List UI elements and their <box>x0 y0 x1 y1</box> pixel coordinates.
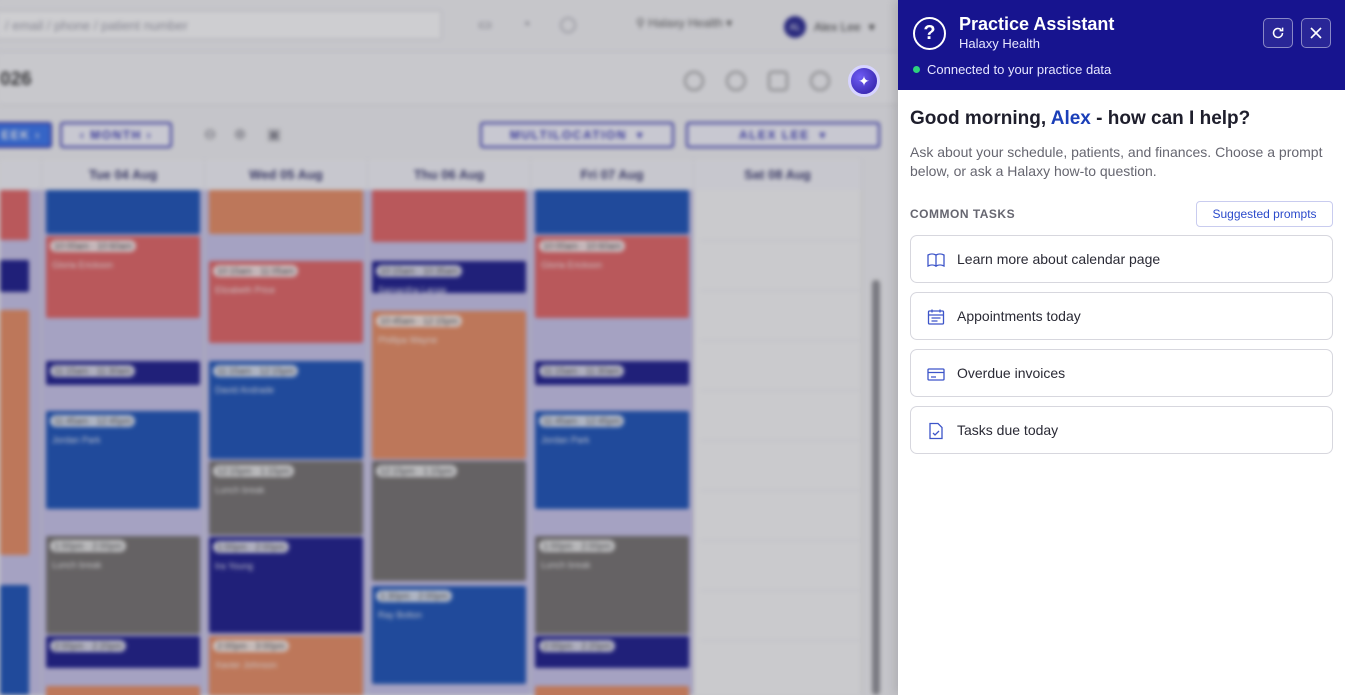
calendar-scrollbar[interactable] <box>872 280 880 695</box>
print-icon[interactable] <box>768 71 788 91</box>
task-label: Tasks due today <box>957 422 1059 438</box>
day-column[interactable] <box>0 190 42 695</box>
task-calendar-page[interactable]: Learn more about calendar page <box>910 235 1333 283</box>
appointment[interactable]: 12:15pm - 1:15pm Lunch break <box>209 461 363 535</box>
appointment[interactable]: 10:00am - 10:60am Gloria Erickson <box>46 236 200 318</box>
calendar-icon <box>927 309 945 325</box>
location-selector[interactable]: ⚲ Halaxy Health ▾ <box>636 16 732 30</box>
appointment[interactable]: 1:00pm - 2:00pm Ira Young <box>209 537 363 633</box>
user-name: Alex Lee <box>814 20 861 34</box>
task-tasks-due-today[interactable]: Tasks due today <box>910 406 1333 454</box>
refresh-button[interactable] <box>1263 18 1293 48</box>
appointment[interactable]: 11:15am - 11:30am <box>46 361 200 385</box>
search-placeholder: / email / phone / patient number <box>5 18 188 33</box>
assistant-header: ? Practice Assistant Halaxy Health Conne… <box>898 0 1345 90</box>
appointment[interactable]: 10:00am - 10:60am Gloria Erickson <box>535 236 689 318</box>
status-dot-icon <box>913 66 920 73</box>
day-column[interactable]: 10:15am - 10:35am Samantha Lange 10:45am … <box>368 190 531 695</box>
help-icon: ? <box>913 17 946 50</box>
day-column[interactable] <box>694 190 862 695</box>
month-view-button[interactable]: ‹ MONTH › <box>60 122 172 148</box>
task-overdue-invoices[interactable]: Overdue invoices <box>910 349 1333 397</box>
task-label: Appointments today <box>957 308 1081 324</box>
appointment[interactable] <box>209 190 363 234</box>
appointment[interactable]: 11:15am - 11:30am <box>535 361 689 385</box>
appointment[interactable]: 2:00pm - 2:20pm <box>46 636 200 668</box>
connection-status: Connected to your practice data <box>913 62 1111 77</box>
chat-icon[interactable]: ◯ <box>558 16 578 34</box>
calendar-toolbar: EEK › ‹ MONTH › ⊖ ⊕ ▣ MULTILOCATION ▾ AL… <box>0 118 898 154</box>
refresh-icon <box>1272 27 1284 39</box>
settings-icon[interactable] <box>810 71 830 91</box>
calendar-background: / email / phone / patient number ▭ ◔ ◯ ⚲… <box>0 0 898 695</box>
appointment[interactable]: 11:15am - 12:15pm David Andrade <box>209 361 363 459</box>
week-view-button[interactable]: EEK › <box>0 122 52 148</box>
appointment[interactable]: 10:15am - 11:05am Elizabeth Price <box>209 261 363 343</box>
practitioner-dropdown[interactable]: ALEX LEE ▾ <box>686 122 880 148</box>
appointment[interactable] <box>372 190 526 242</box>
card-icon <box>927 368 945 381</box>
day-header: Fri 07 Aug <box>531 160 694 190</box>
appointment[interactable]: 10:45am - 12:15pm Phillipa Wayne <box>372 311 526 459</box>
day-column[interactable]: 10:15am - 11:05am Elizabeth Price 11:15am… <box>205 190 368 695</box>
assistant-launcher-button[interactable]: ✦ <box>848 65 880 97</box>
appointment[interactable] <box>0 585 29 695</box>
zoom-in-icon[interactable]: ⊕ <box>230 126 250 144</box>
calendar-subbar: 026 <box>0 53 898 105</box>
day-header <box>0 160 42 190</box>
appointment[interactable] <box>46 190 200 234</box>
appointment[interactable]: 1:00pm - 2:00pm Lunch break <box>535 536 689 634</box>
appointment[interactable]: 2:00pm - 3:00pm Xavier Johnson <box>209 636 363 695</box>
greeting-heading: Good morning, Alex - how can I help? <box>910 108 1251 129</box>
day-header: Wed 05 Aug <box>205 160 368 190</box>
intro-text: Ask about your schedule, patients, and f… <box>910 144 1323 179</box>
search-icon[interactable] <box>684 71 704 91</box>
user-menu[interactable]: AL Alex Lee ▾ <box>784 16 875 38</box>
avatar: AL <box>784 16 806 38</box>
close-icon <box>1310 27 1322 39</box>
close-button[interactable] <box>1301 18 1331 48</box>
day-column[interactable]: 10:00am - 10:60am Gloria Erickson 11:15am… <box>531 190 694 695</box>
book-icon <box>927 253 945 268</box>
appointment[interactable]: 11:45am - 12:45pm Jordan Park <box>46 411 200 509</box>
task-appointments-today[interactable]: Appointments today <box>910 292 1333 340</box>
appointment[interactable]: 12:15pm - 1:15pm <box>372 461 526 581</box>
assistant-title: Practice Assistant <box>959 14 1115 34</box>
suggested-prompts-button[interactable]: Suggested prompts <box>1196 201 1333 227</box>
task-label: Overdue invoices <box>957 365 1066 381</box>
refresh-icon[interactable] <box>726 71 746 91</box>
multilocation-dropdown[interactable]: MULTILOCATION ▾ <box>480 122 674 148</box>
calendar-date-title: 026 <box>0 69 32 90</box>
practice-assistant-panel: ? Practice Assistant Halaxy Health Conne… <box>898 0 1345 695</box>
appointment[interactable] <box>0 310 29 555</box>
appointment[interactable]: 11:45am - 12:45pm Jordan Park <box>535 411 689 509</box>
zoom-out-icon[interactable]: ⊖ <box>200 126 220 144</box>
appointment[interactable] <box>0 260 29 292</box>
task-label: Learn more about calendar page <box>957 251 1161 267</box>
patient-search-input[interactable]: / email / phone / patient number <box>0 10 442 40</box>
appointment[interactable]: 1:30pm - 2:00pm Ray Bolton <box>372 586 526 684</box>
day-header: Tue 04 Aug <box>42 160 205 190</box>
status-text: Connected to your practice data <box>927 62 1112 77</box>
day-header: Thu 06 Aug <box>368 160 531 190</box>
day-column[interactable]: 10:00am - 10:60am Gloria Erickson 11:15am… <box>42 190 205 695</box>
inbox-icon[interactable]: ▭ <box>475 16 495 34</box>
appointment[interactable]: 10:15am - 10:35am Samantha Lange <box>372 261 526 295</box>
day-header: Sat 08 Aug <box>694 160 862 190</box>
practitioners-icon[interactable]: ▣ <box>264 126 284 144</box>
appointment[interactable]: 2:00pm - 2:20pm <box>535 636 689 668</box>
appointment[interactable] <box>535 686 689 695</box>
calendar-grid: Tue 04 Aug Wed 05 Aug Thu 06 Aug Fri 07 … <box>0 160 862 695</box>
appointment[interactable] <box>535 190 689 234</box>
appointment[interactable] <box>0 190 29 240</box>
checklist-icon <box>929 422 943 440</box>
greeting-name: Alex <box>1050 108 1091 129</box>
app-topbar: / email / phone / patient number ▭ ◔ ◯ ⚲… <box>0 0 898 52</box>
common-tasks-label: COMMON TASKS <box>910 207 1016 221</box>
assistant-subtitle: Halaxy Health <box>959 36 1040 51</box>
appointment[interactable] <box>46 686 200 695</box>
bell-icon[interactable]: ◔ <box>516 16 536 34</box>
appointment[interactable]: 1:00pm - 2:00pm Lunch break <box>46 536 200 634</box>
